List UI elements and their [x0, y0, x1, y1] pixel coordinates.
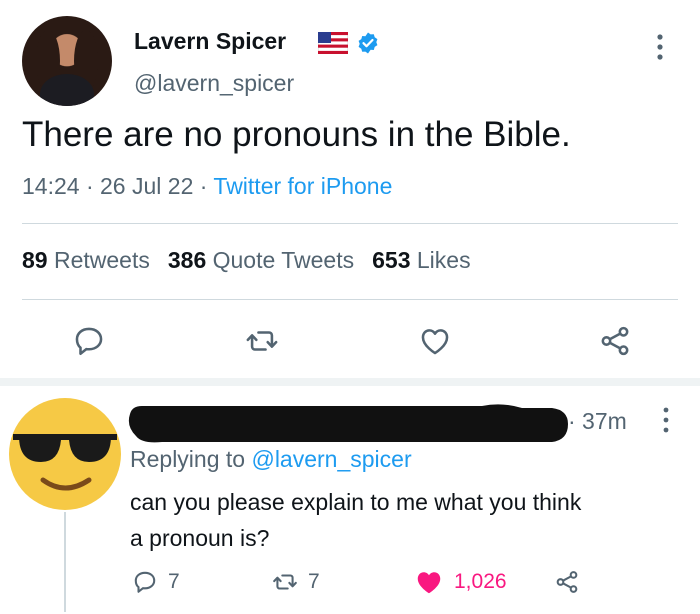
retweets-count: 89	[22, 247, 48, 273]
tweet-time[interactable]: 14:24	[22, 173, 80, 199]
redacted-username	[128, 404, 568, 443]
author-name[interactable]: Lavern Spicer	[134, 28, 286, 55]
share-icon	[556, 571, 578, 593]
retweets-stat[interactable]: 89 Retweets	[22, 247, 150, 273]
reply-icon[interactable]	[72, 324, 106, 358]
reply-action[interactable]: 7	[132, 565, 180, 599]
tweet-stats: 89 Retweets 386 Quote Tweets 653 Likes	[22, 247, 471, 274]
likes-count: 653	[372, 247, 411, 273]
divider	[22, 299, 678, 300]
more-vertical-icon[interactable]	[661, 406, 671, 434]
quote-label: Quote Tweets	[212, 247, 355, 273]
sunglasses-emoji-avatar[interactable]	[7, 396, 123, 512]
heart-icon[interactable]	[418, 324, 452, 358]
reply-time[interactable]: · 37m	[568, 408, 627, 435]
retweet-count: 7	[308, 570, 320, 593]
tweet-text: There are no pronouns in the Bible.	[22, 115, 571, 154]
thread-line	[64, 512, 66, 612]
verified-badge-icon	[358, 32, 378, 54]
likes-label: Likes	[416, 247, 471, 273]
retweet-icon	[273, 574, 297, 590]
author-avatar[interactable]	[22, 16, 112, 106]
us-flag-icon	[318, 32, 348, 54]
retweet-icon[interactable]	[245, 324, 279, 358]
reply-text: can you please explain to me what you th…	[130, 484, 690, 556]
retweet-action[interactable]: 7	[272, 565, 320, 599]
tweet-source[interactable]: Twitter for iPhone	[213, 173, 392, 199]
tweet-date[interactable]: 26 Jul 22	[100, 173, 193, 199]
more-vertical-icon[interactable]	[655, 32, 665, 62]
replying-handle-link[interactable]: @lavern_spicer	[251, 446, 411, 472]
like-action[interactable]: 1,026	[414, 565, 507, 599]
quote-count: 386	[167, 247, 207, 273]
tweet-separator	[0, 378, 700, 386]
author-handle[interactable]: @lavern_spicer	[134, 70, 294, 97]
tweet-meta: 14:24 · 26 Jul 22 · Twitter for iPhone	[22, 173, 392, 200]
reply-text-line: a pronoun is?	[130, 525, 270, 551]
share-action[interactable]	[554, 565, 590, 599]
replying-to: Replying to @lavern_spicer	[130, 446, 412, 473]
heart-icon	[417, 572, 441, 594]
divider	[22, 223, 678, 224]
like-count: 1,026	[454, 570, 507, 593]
reply-count: 7	[168, 570, 180, 593]
quote-tweets-stat[interactable]: 386 Quote Tweets	[168, 247, 354, 273]
likes-stat[interactable]: 653 Likes	[372, 247, 470, 273]
share-icon[interactable]	[598, 324, 632, 358]
reply-icon	[134, 571, 156, 593]
meta-dot: ·	[199, 173, 208, 199]
meta-dot: ·	[85, 173, 94, 199]
replying-prefix: Replying to	[130, 446, 246, 472]
reply-text-line: can you please explain to me what you th…	[130, 489, 582, 515]
retweets-label: Retweets	[53, 247, 150, 273]
